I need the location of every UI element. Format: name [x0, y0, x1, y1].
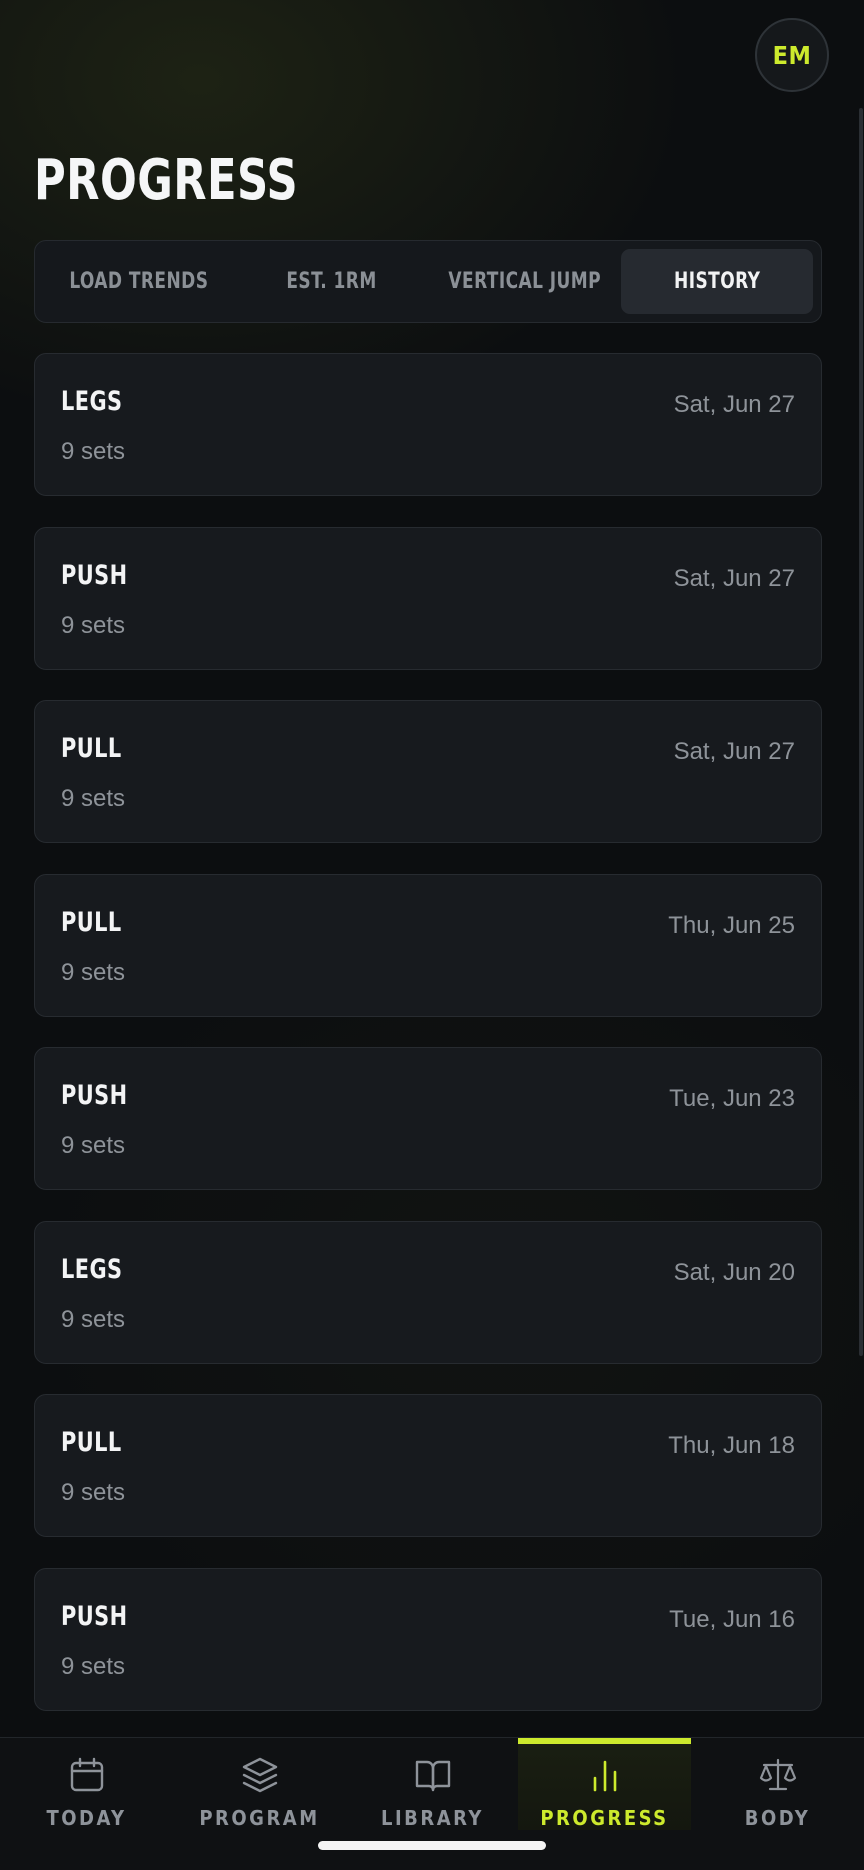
workout-name: PUSH [61, 559, 128, 591]
history-card[interactable]: PULL 9 sets Sat, Jun 27 [34, 700, 822, 843]
workout-date: Thu, Jun 25 [668, 911, 795, 939]
history-card[interactable]: PUSH 9 sets Tue, Jun 23 [34, 1047, 822, 1190]
segmented-tabs: LOAD TRENDS EST. 1RM VERTICAL JUMP HISTO… [34, 240, 822, 323]
tab-label: LOAD TRENDS [69, 269, 209, 294]
set-count: 9 sets [61, 958, 126, 986]
tab-vertical-jump[interactable]: VERTICAL JUMP [428, 249, 621, 314]
set-count: 9 sets [61, 438, 126, 465]
nav-label: PROGRAM [199, 1806, 320, 1830]
nav-label: LIBRARY [381, 1806, 484, 1830]
workout-name: PUSH [61, 1080, 128, 1111]
nav-library[interactable]: LIBRARY [346, 1738, 519, 1830]
set-count: 9 sets [61, 1652, 126, 1680]
nav-today[interactable]: TODAY [0, 1738, 173, 1830]
nav-label: TODAY [46, 1806, 127, 1830]
tab-load-trends[interactable]: LOAD TRENDS [43, 249, 236, 314]
workout-name: PUSH [61, 1600, 128, 1632]
active-indicator [518, 1738, 691, 1744]
workout-name: PULL [61, 906, 122, 938]
nav-label: PROGRESS [540, 1806, 669, 1830]
workout-date: Tue, Jun 23 [669, 1085, 795, 1112]
workout-date: Sat, Jun 27 [673, 391, 795, 418]
home-indicator [318, 1841, 546, 1850]
bottom-nav: TODAY PROGRAM LIBRARY PROGRESS BODY [0, 1737, 864, 1870]
nav-body[interactable]: BODY [691, 1738, 864, 1830]
workout-date: Sat, Jun 27 [673, 738, 795, 765]
set-count: 9 sets [61, 1132, 126, 1159]
tab-history[interactable]: HISTORY [620, 249, 813, 314]
nav-label: BODY [744, 1806, 811, 1830]
history-card[interactable]: PULL 9 sets Thu, Jun 25 [34, 873, 822, 1017]
tab-label: HISTORY [673, 269, 760, 294]
page-title: PROGRESS [34, 148, 299, 213]
set-count: 9 sets [61, 1305, 126, 1333]
workout-name: PULL [61, 733, 122, 764]
workout-name: LEGS [61, 1253, 123, 1285]
tab-label: EST. 1RM [286, 269, 377, 294]
scale-icon [759, 1758, 796, 1791]
workout-date: Thu, Jun 18 [668, 1432, 795, 1459]
history-card[interactable]: LEGS 9 sets Sat, Jun 27 [34, 353, 822, 496]
history-card[interactable]: PUSH 9 sets Sat, Jun 27 [34, 526, 822, 670]
nav-progress[interactable]: PROGRESS [518, 1738, 691, 1830]
avatar[interactable]: EM [755, 18, 829, 92]
history-card[interactable]: PULL 9 sets Thu, Jun 18 [34, 1394, 822, 1537]
workout-name: PULL [61, 1427, 122, 1458]
history-card[interactable]: PUSH 9 sets Tue, Jun 16 [34, 1567, 822, 1711]
bar-chart-icon [593, 1760, 616, 1792]
layers-icon [242, 1757, 277, 1793]
history-card[interactable]: LEGS 9 sets Sat, Jun 20 [34, 1220, 822, 1364]
scrollbar[interactable] [859, 108, 863, 1356]
history-list: LEGS 9 sets Sat, Jun 27 PUSH 9 sets Sat,… [34, 353, 822, 1741]
calendar-icon [70, 1757, 103, 1792]
book-icon [415, 1760, 450, 1792]
workout-date: Tue, Jun 16 [669, 1605, 795, 1633]
workout-date: Sat, Jun 27 [673, 564, 795, 592]
tab-est-1rm[interactable]: EST. 1RM [236, 249, 429, 314]
workout-date: Sat, Jun 20 [673, 1258, 795, 1286]
workout-name: LEGS [61, 386, 123, 417]
tab-label: VERTICAL JUMP [447, 269, 601, 294]
nav-program[interactable]: PROGRAM [173, 1738, 346, 1830]
set-count: 9 sets [61, 785, 126, 812]
set-count: 9 sets [61, 611, 126, 639]
set-count: 9 sets [61, 1479, 126, 1506]
